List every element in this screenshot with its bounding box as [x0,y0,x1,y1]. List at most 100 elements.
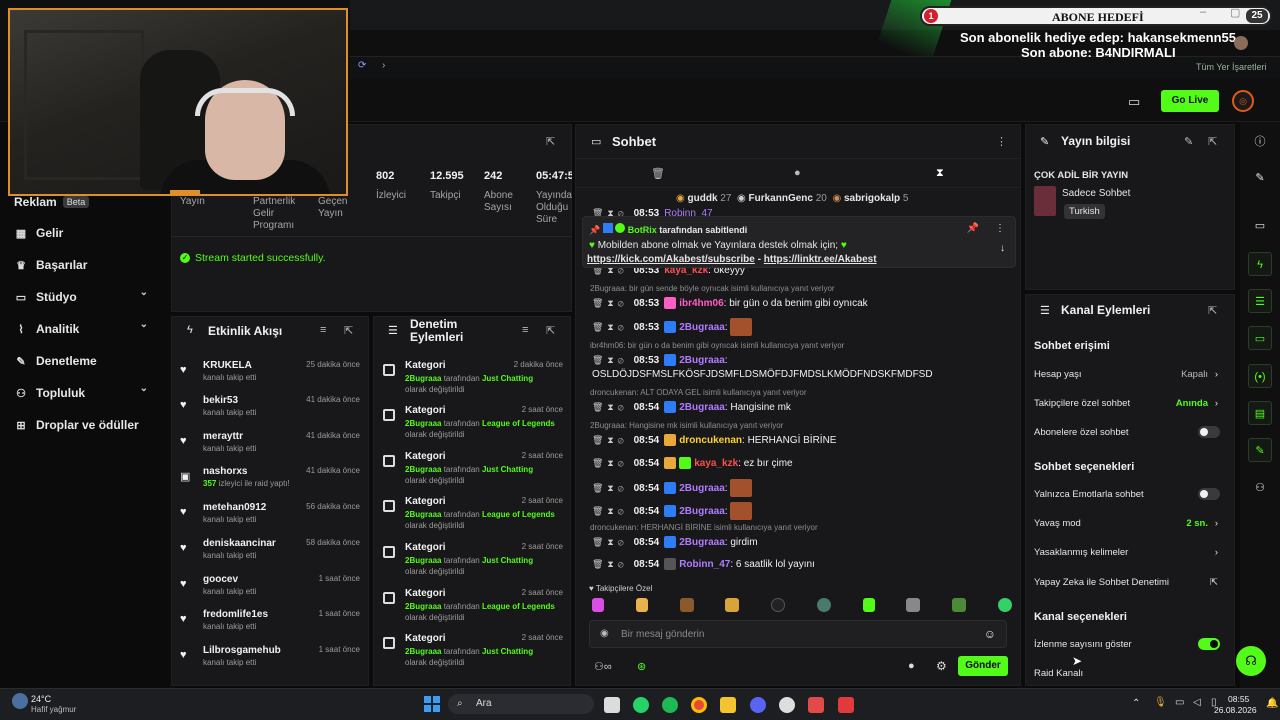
taskbar-search[interactable]: ⌕ Ara [448,694,594,714]
save-icon[interactable]: ▤ [1248,401,1272,425]
app-icon[interactable] [808,697,824,713]
moderation-item[interactable]: Kategori 2Bugraaa tarafından League of Le… [383,588,565,630]
screen-icon[interactable]: ▭ [1128,94,1140,110]
moderation-item[interactable]: Kategori 2Bugraaa tarafından Just Chattin… [383,542,565,584]
moderation-item[interactable]: Kategori 2Bugraaa tarafından Just Chattin… [383,633,565,675]
followers-only-row[interactable]: Takipçilere özel sohbet Anında › [1034,398,1224,409]
banned-words-row[interactable]: Yasaklanmış kelimeler › [1034,547,1224,558]
users-icon[interactable]: ⚇ [1248,476,1272,500]
stream-category[interactable]: Sadece Sohbet [1062,188,1130,199]
mic-icon[interactable]: 🎙 [1154,697,1167,708]
info-icon[interactable]: ⓘ [1248,130,1272,154]
emote-icon[interactable] [906,598,921,612]
activity-name[interactable]: goocev [203,574,238,585]
popout-icon[interactable]: ⇱ [546,324,555,337]
chat-user[interactable]: kaya_kzk [694,458,738,469]
broadcast-icon[interactable]: (•) [1248,364,1272,388]
filter-icon[interactable]: ≡ [522,324,528,336]
activity-item[interactable]: ♥ goocev kanalı takip etti 1 saat önce [180,574,362,608]
obs-icon[interactable] [779,697,795,713]
account-age-row[interactable]: Hesap yaşı Kapalı › [1034,369,1224,380]
emote-icon[interactable] [679,598,694,612]
slow-mode-row[interactable]: Yavaş mod 2 sn. › [1034,518,1224,529]
chat-user[interactable]: 2Bugraaa [679,537,725,548]
edit-icon[interactable]: ✎ [1248,166,1272,190]
windows-start-icon[interactable] [424,696,440,712]
moderation-item[interactable]: Kategori 2Bugraaa tarafından League of Le… [383,405,565,447]
activity-name[interactable]: deniskaancinar [203,538,276,549]
mod-actions[interactable]: 🗑⧗⊘ [592,402,628,413]
go-live-button[interactable]: Go Live [1161,90,1219,112]
minimize-icon[interactable]: – [1200,6,1206,18]
gear-icon[interactable]: ⚙ [936,659,947,673]
profile-avatar[interactable]: ◎ [1232,90,1254,112]
chat-icon[interactable]: ● [794,167,801,179]
sidebar-item-droplar[interactable]: ⊞ Droplar ve ödüller [14,415,164,435]
maximize-icon[interactable]: ▢ [1230,6,1240,19]
popout-icon[interactable]: ⇱ [1208,135,1217,148]
chat-user[interactable]: 2Bugraaa [679,506,725,517]
hourglass-icon[interactable]: ⧗ [936,167,944,180]
sidebar-item-gelir[interactable]: ▦ Gelir [14,223,164,243]
sidebar-item-basarilar[interactable]: ♛ Başarılar [14,255,164,275]
activity-name[interactable]: Lilbrosgamehub [203,645,281,656]
sidebar-item-denetleme[interactable]: ✎ Denetleme [14,351,164,371]
more-icon[interactable]: ⋮ [996,135,1007,148]
valorant-icon[interactable] [838,697,854,713]
activity-name[interactable]: bekir53 [203,395,238,406]
subs-only-toggle[interactable] [1198,426,1220,438]
activity-item[interactable]: ♥ merayttr kanalı takip etti 41 dakika önce [180,431,362,465]
arrow-icon[interactable]: › [382,60,385,71]
chat-icon[interactable]: ● [908,660,915,672]
extension-icon[interactable]: ⟳ [358,60,366,71]
chrome-icon[interactable] [691,697,707,713]
subs-only-row[interactable]: Abonelere özel sohbet [1034,426,1224,438]
popout-icon[interactable]: ⇱ [1208,304,1217,317]
moderation-item[interactable]: Kategori 2Bugraaa tarafından Just Chattin… [383,451,565,493]
sidebar-item-topluluk[interactable]: ⚇ Topluluk ⌄ [14,383,164,403]
whatsapp-icon[interactable] [633,697,649,713]
support-button[interactable]: ☊ [1236,646,1266,676]
activity-item[interactable]: ♥ KRUKELA kanalı takip etti 25 dakika önce [180,360,362,394]
emote-icon[interactable] [862,598,875,612]
list-icon[interactable]: ☰ [1248,289,1272,313]
task-view-icon[interactable] [604,697,620,713]
activity-item[interactable]: ♥ fredomlife1es kanalı takip etti 1 saat ön… [180,609,362,643]
emote-icon[interactable] [771,598,786,612]
view-count-row[interactable]: İzlenme sayısını göster [1034,638,1224,650]
more-icon[interactable]: ⋮ [995,223,1005,234]
bolt-icon[interactable]: ϟ [1248,252,1272,276]
chevron-up-icon[interactable]: ⌃ [1132,698,1140,709]
notification-icon[interactable]: 🔔 [1266,698,1278,709]
all-bookmarks[interactable]: Tüm Yer İşaretleri [1196,62,1267,72]
mod-actions[interactable]: 🗑⧗⊘ [592,506,628,517]
mod-actions[interactable]: 🗑⧗⊘ [592,458,628,469]
sidebar-item-studyo[interactable]: ▭ Stüdyo ⌄ [14,287,164,307]
edit-icon[interactable]: ✎ [1184,135,1193,148]
emote-icon[interactable] [592,598,604,612]
chat-user[interactable]: 2Bugraaa [679,355,725,366]
mod-actions[interactable]: 🗑⧗⊘ [592,355,628,366]
screen-icon[interactable]: ▭ [1248,214,1272,238]
mod-actions[interactable]: 🗑⧗⊘ [592,537,628,548]
activity-item[interactable]: ▣ nashorxs 357 izleyici ile raid yaptı! 41 … [180,466,362,500]
activity-name[interactable]: metehan0912 [203,502,266,513]
network-icon[interactable]: ▭ [1175,697,1184,708]
discord-icon[interactable] [750,697,766,713]
wrench-icon[interactable]: ✎ [1248,438,1272,462]
ai-moderation-row[interactable]: Yapay Zeka ile Sohbet Denetimi ⇱ [1034,577,1224,588]
moderation-item[interactable]: Kategori 2Bugraaa tarafından Just Chattin… [383,360,565,402]
mod-actions[interactable]: 🗑⧗⊘ [592,559,628,570]
chat-user[interactable]: Robinn_47 [679,559,730,570]
weather-icon[interactable] [12,693,28,709]
raid-row[interactable]: Raid Kanalı [1034,668,1224,679]
activity-name[interactable]: nashorxs [203,466,247,477]
send-button[interactable]: Gönder [958,656,1008,676]
popout-icon[interactable]: ⇱ [344,324,353,337]
emoji-icon[interactable]: ☺ [984,627,996,641]
activity-name[interactable]: merayttr [203,431,243,442]
kick-icon[interactable]: ⊛ [637,660,646,673]
chat-user[interactable]: droncukenan [679,435,742,446]
emote-icon[interactable] [952,598,967,612]
activity-item[interactable]: ♥ bekir53 kanalı takip etti 41 dakika önce [180,395,362,429]
